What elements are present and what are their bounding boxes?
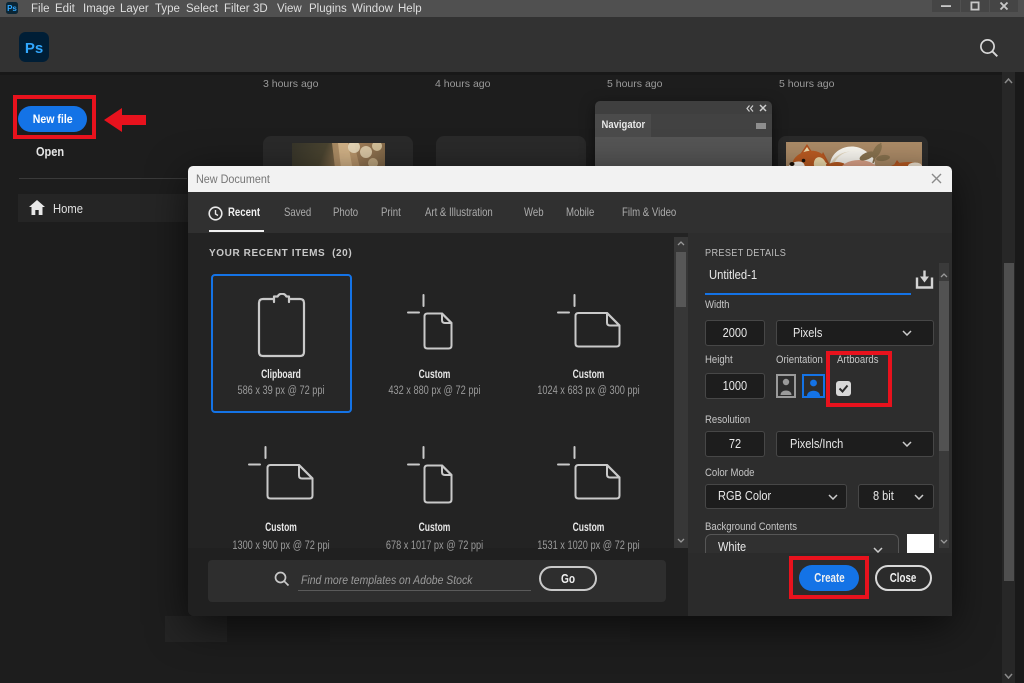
svg-text:Ps: Ps	[25, 40, 43, 57]
svg-text:Ps: Ps	[7, 4, 17, 13]
